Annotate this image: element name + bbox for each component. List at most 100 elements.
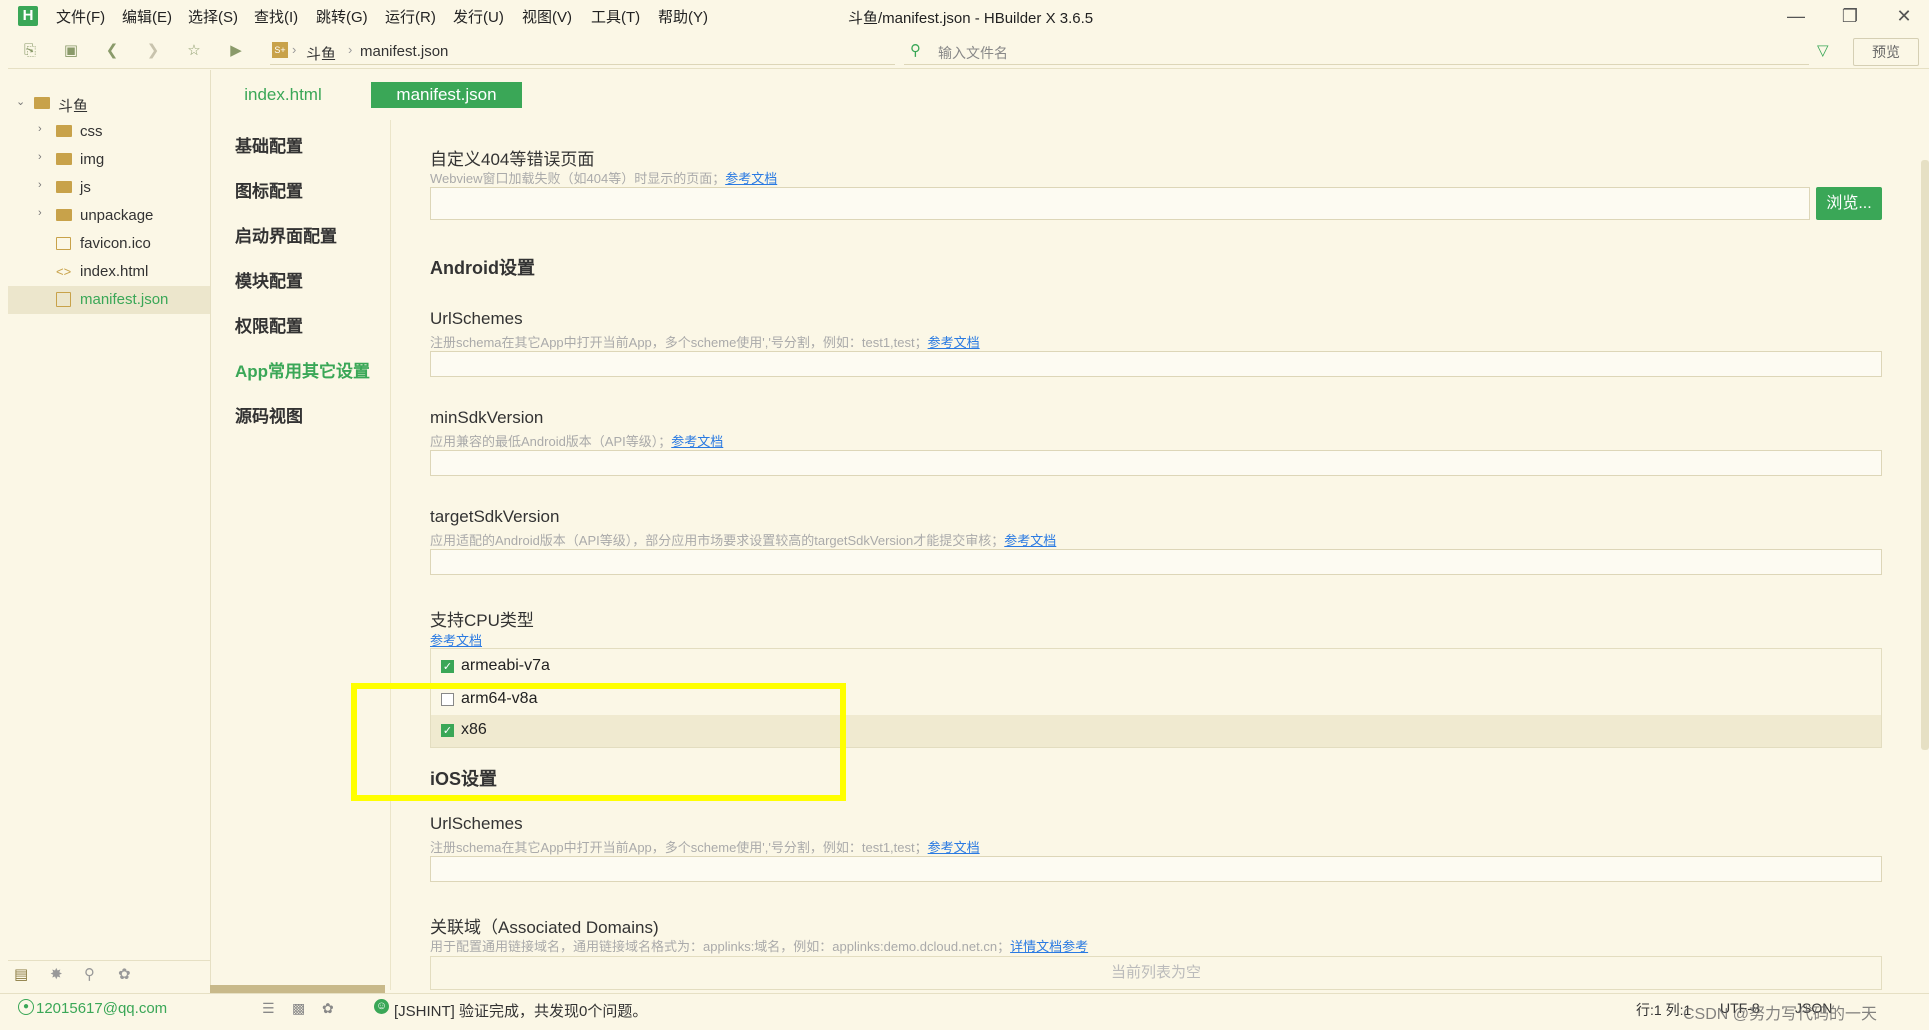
cpu-option-armeabi-v7a[interactable]: ✓ armeabi-v7a — [431, 651, 1881, 683]
android-urlschemes-label: UrlSchemes — [430, 309, 523, 328]
target-sdk-doc-link[interactable]: 参考文档 — [1004, 533, 1056, 548]
nav-splash-config[interactable]: 启动界面配置 — [235, 222, 337, 247]
chevron-right-icon[interactable]: › — [38, 151, 42, 163]
chevron-right-icon: › — [348, 42, 353, 57]
chevron-right-icon[interactable]: › — [38, 179, 42, 191]
checkbox-checked-icon[interactable]: ✓ — [441, 660, 454, 673]
tree-item-index-html[interactable]: <> index.html — [8, 258, 210, 286]
plugin-icon[interactable]: ✿ — [118, 965, 131, 983]
nav-permission-config[interactable]: 权限配置 — [235, 312, 303, 337]
nav-icon-config[interactable]: 图标配置 — [235, 177, 303, 202]
app-logo-icon: H — [18, 6, 38, 26]
json-file-icon — [56, 292, 71, 307]
ios-urlschemes-label: UrlSchemes — [430, 814, 523, 833]
tree-item-label: unpackage — [80, 207, 154, 224]
window-title: 斗鱼/manifest.json - HBuilder X 3.6.5 — [848, 10, 1094, 27]
folder-icon — [56, 153, 72, 165]
horizontal-scrollbar[interactable] — [210, 985, 385, 993]
restore-icon[interactable]: ❐ — [1836, 3, 1864, 29]
minimize-icon[interactable]: — — [1782, 3, 1810, 29]
nav-basic-config[interactable]: 基础配置 — [235, 132, 303, 157]
tree-item-label: css — [80, 123, 103, 140]
filter-icon[interactable]: ▽ — [1817, 41, 1829, 59]
project-icon: S+ — [272, 42, 288, 58]
target-sdk-desc: 应用适配的Android版本（API等级），部分应用市场要求设置较高的targe… — [430, 533, 1057, 548]
tab-manifest-json[interactable]: manifest.json — [371, 82, 522, 108]
min-sdk-doc-link[interactable]: 参考文档 — [671, 434, 723, 449]
nav-other-settings[interactable]: App常用其它设置 — [235, 357, 370, 382]
sidebar-tools: ▤ ✸ ⚲ ✿ — [8, 960, 210, 989]
project-manager-icon[interactable]: ▤ — [14, 965, 28, 983]
tree-item-img[interactable]: › img — [8, 146, 210, 174]
menu-view[interactable]: 视图(V) — [522, 6, 572, 27]
error-page-doc-link[interactable]: 参考文档 — [725, 171, 777, 186]
file-search-input[interactable]: ⚲ 输入文件名 — [904, 38, 1809, 65]
close-icon[interactable]: ✕ — [1890, 3, 1918, 29]
image-file-icon — [56, 237, 71, 250]
vertical-scrollbar[interactable] — [1921, 160, 1929, 750]
browse-button[interactable]: 浏览... — [1816, 187, 1882, 220]
save-icon[interactable]: ▣ — [61, 41, 81, 61]
list-icon[interactable]: ☰ — [262, 1000, 275, 1017]
forward-icon[interactable]: ❯ — [143, 41, 163, 61]
status-user[interactable]: 12015617@qq.com — [36, 1000, 167, 1017]
android-urlschemes-input[interactable] — [430, 351, 1882, 377]
android-urlschemes-doc-link[interactable]: 参考文档 — [928, 335, 980, 350]
tree-item-css[interactable]: › css — [8, 118, 210, 146]
left-edge — [0, 34, 8, 994]
debug-icon[interactable]: ✸ — [50, 965, 63, 983]
breadcrumb-file[interactable]: manifest.json — [360, 43, 448, 60]
menu-find[interactable]: 查找(I) — [254, 6, 298, 27]
html-file-icon: <> — [56, 264, 72, 279]
tree-item-label: favicon.ico — [80, 235, 151, 252]
tree-item-unpackage[interactable]: › unpackage — [8, 202, 210, 230]
menu-help[interactable]: 帮助(Y) — [658, 6, 708, 27]
tree-root[interactable]: ⌄ 斗鱼 — [8, 90, 210, 118]
ios-urlschemes-input[interactable] — [430, 856, 1882, 882]
back-icon[interactable]: ❮ — [102, 41, 122, 61]
preview-button[interactable]: 预览 — [1853, 38, 1919, 66]
folder-icon — [56, 209, 72, 221]
nav-module-config[interactable]: 模块配置 — [235, 267, 303, 292]
chevron-down-icon[interactable]: ⌄ — [16, 95, 25, 108]
terminal-icon[interactable]: ▩ — [292, 1000, 305, 1017]
tab-index-html[interactable]: index.html — [232, 82, 334, 108]
error-page-label: 自定义404等错误页面 — [430, 150, 595, 169]
menu-goto[interactable]: 跳转(G) — [316, 6, 368, 27]
tree-item-favicon[interactable]: favicon.ico — [8, 230, 210, 258]
target-sdk-input[interactable] — [430, 549, 1882, 575]
menu-select[interactable]: 选择(S) — [188, 6, 238, 27]
error-page-input[interactable] — [430, 187, 1810, 220]
folder-icon — [56, 181, 72, 193]
search-icon: ⚲ — [910, 42, 921, 59]
cpu-doc-link[interactable]: 参考文档 — [430, 630, 482, 649]
associated-domains-doc-link[interactable]: 详情文档参考 — [1010, 939, 1088, 954]
menu-edit[interactable]: 编辑(E) — [122, 6, 172, 27]
android-urlschemes-desc: 注册schema在其它App中打开当前App，多个scheme使用','号分割，… — [430, 335, 980, 350]
watermark: CSDN @努力写代码的一天 — [1683, 1006, 1878, 1023]
menu-run[interactable]: 运行(R) — [385, 6, 436, 27]
run-icon[interactable]: ▶ — [226, 41, 246, 61]
settings-panel: 自定义404等错误页面 Webview窗口加载失败（如404等）时显示的页面；参… — [392, 120, 1924, 990]
plugin-status-icon[interactable]: ✿ — [322, 1000, 334, 1017]
star-icon[interactable]: ☆ — [184, 41, 204, 61]
menu-tools[interactable]: 工具(T) — [591, 6, 640, 27]
nav-divider — [390, 120, 391, 990]
menu-publish[interactable]: 发行(U) — [453, 6, 504, 27]
new-file-icon[interactable]: ⎘ — [20, 41, 40, 61]
min-sdk-input[interactable] — [430, 450, 1882, 476]
ios-urlschemes-doc-link[interactable]: 参考文档 — [928, 840, 980, 855]
tree-item-js[interactable]: › js — [8, 174, 210, 202]
breadcrumb-project[interactable]: 斗鱼 — [306, 43, 336, 64]
project-sidebar: ⌄ 斗鱼 › css › img › js › unpackage favico… — [8, 70, 211, 990]
highlight-annotation-box — [351, 683, 846, 801]
search-files-icon[interactable]: ⚲ — [84, 965, 95, 983]
chevron-right-icon[interactable]: › — [38, 123, 42, 135]
min-sdk-desc: 应用兼容的最低Android版本（API等级）；参考文档 — [430, 434, 724, 449]
nav-source-view[interactable]: 源码视图 — [235, 402, 303, 427]
tree-item-label: js — [80, 179, 91, 196]
status-message: [JSHINT] 验证完成，共发现0个问题。 — [394, 1003, 648, 1020]
tree-item-manifest[interactable]: manifest.json — [8, 286, 210, 314]
chevron-right-icon[interactable]: › — [38, 207, 42, 219]
menu-file[interactable]: 文件(F) — [56, 6, 105, 27]
